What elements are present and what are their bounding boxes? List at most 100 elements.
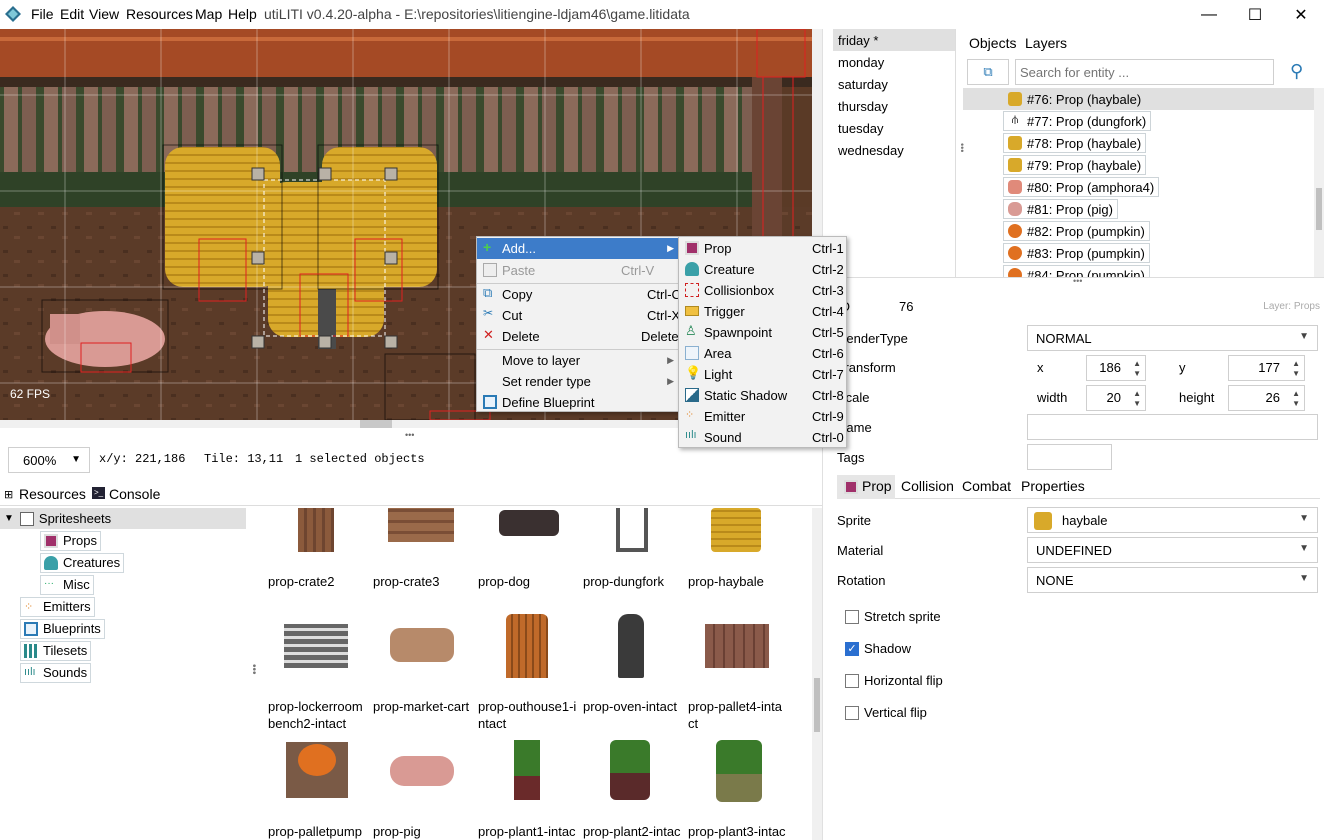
sprite-gallery-scrollbar[interactable] bbox=[812, 508, 822, 840]
sprite-thumb-plant1[interactable] bbox=[514, 740, 540, 800]
object-row[interactable]: #78: Prop (haybale) bbox=[963, 132, 1314, 154]
tab-layers[interactable]: Layers bbox=[1025, 35, 1067, 51]
collapse-all-button[interactable]: ⧉ bbox=[967, 59, 1009, 85]
tree-item-sounds[interactable]: ıılı Sounds bbox=[20, 662, 92, 683]
zoom-select[interactable]: 600% ▼ bbox=[8, 447, 90, 473]
sprite-label[interactable]: prop-crate3 bbox=[373, 573, 473, 590]
stepper-down-icon[interactable]: ▼ bbox=[1133, 399, 1141, 408]
object-row[interactable]: #76: Prop (haybale) bbox=[963, 88, 1314, 110]
object-row[interactable]: #83: Prop (pumpkin) bbox=[963, 242, 1314, 264]
add-item-spawnpoint[interactable]: ♙ Spawnpoint Ctrl-5 bbox=[679, 322, 846, 343]
stretch-sprite-checkbox[interactable] bbox=[845, 610, 859, 624]
vertical-flip-label[interactable]: Vertical flip bbox=[864, 705, 927, 720]
tree-item-misc[interactable]: ··· Misc bbox=[40, 574, 94, 595]
object-row[interactable]: #79: Prop (haybale) bbox=[963, 154, 1314, 176]
vertical-flip-checkbox[interactable] bbox=[845, 706, 859, 720]
stepper-up-icon[interactable]: ▲ bbox=[1133, 389, 1141, 398]
sprite-label[interactable]: prop-oven-intact bbox=[583, 698, 683, 715]
sprite-thumb-lockerroom-bench[interactable] bbox=[284, 624, 348, 668]
tree-item-blueprints[interactable]: Blueprints bbox=[20, 618, 105, 639]
map-item-saturday[interactable]: saturday bbox=[833, 73, 955, 95]
stretch-sprite-label[interactable]: Stretch sprite bbox=[864, 609, 941, 624]
sprite-thumb-market-cart[interactable] bbox=[390, 628, 454, 662]
menu-edit[interactable]: Edit bbox=[60, 6, 84, 22]
horizontal-splitter[interactable]: ••• bbox=[833, 276, 1324, 287]
menu-item-define-blueprint[interactable]: Define Blueprint bbox=[477, 392, 682, 413]
width-stepper[interactable]: 20 ▲ ▼ bbox=[1086, 385, 1146, 411]
object-row[interactable]: #82: Prop (pumpkin) bbox=[963, 220, 1314, 242]
map-item-tuesday[interactable]: tuesday bbox=[833, 117, 955, 139]
objects-scrollbar[interactable] bbox=[1314, 88, 1324, 277]
search-icon[interactable]: ⚲ bbox=[1290, 61, 1303, 82]
material-select[interactable]: UNDEFINED ▼ bbox=[1027, 537, 1318, 563]
collapse-arrow-icon[interactable]: ▼ bbox=[4, 513, 14, 524]
sprite-thumb-outhouse[interactable] bbox=[506, 614, 548, 678]
sprite-thumb-crate2[interactable] bbox=[298, 508, 334, 552]
height-stepper[interactable]: 26 ▲ ▼ bbox=[1228, 385, 1305, 411]
add-item-trigger[interactable]: Trigger Ctrl-4 bbox=[679, 301, 846, 322]
map-item-monday[interactable]: monday bbox=[833, 51, 955, 73]
object-row[interactable]: ⫛ #77: Prop (dungfork) bbox=[963, 110, 1314, 132]
sprite-thumb-pallet4[interactable] bbox=[705, 624, 769, 668]
sprite-label[interactable]: prop-dog bbox=[478, 573, 578, 590]
tree-item-props[interactable]: Props bbox=[40, 530, 101, 551]
tab-resources[interactable]: Resources bbox=[19, 486, 86, 502]
menu-item-cut[interactable]: ✂ Cut Ctrl-X bbox=[477, 305, 682, 326]
menu-map[interactable]: Map bbox=[195, 6, 222, 22]
sprite-thumb-pig[interactable] bbox=[390, 756, 454, 786]
sprite-label[interactable]: prop-outhouse1-i ntact bbox=[478, 698, 578, 732]
sprite-label[interactable]: prop-crate2 bbox=[268, 573, 368, 590]
add-item-creature[interactable]: Creature Ctrl-2 bbox=[679, 259, 846, 280]
add-item-area[interactable]: Area Ctrl-6 bbox=[679, 343, 846, 364]
add-item-static-shadow[interactable]: Static Shadow Ctrl-8 bbox=[679, 385, 846, 406]
stepper-up-icon[interactable]: ▲ bbox=[1292, 359, 1300, 368]
add-item-emitter[interactable]: ⁘ Emitter Ctrl-9 bbox=[679, 406, 846, 427]
sprite-thumb-haybale[interactable] bbox=[711, 508, 761, 552]
splitter-grip-icon[interactable]: ••• bbox=[405, 430, 414, 440]
menu-item-set-render-type[interactable]: Set render type ▶ bbox=[477, 371, 682, 392]
map-item-thursday[interactable]: thursday bbox=[833, 95, 955, 117]
add-item-sound[interactable]: ıılı Sound Ctrl-0 bbox=[679, 427, 846, 448]
scroll-thumb[interactable] bbox=[1316, 188, 1322, 230]
menu-item-copy[interactable]: ⧉ Copy Ctrl-C bbox=[477, 284, 682, 305]
menu-resources[interactable]: Resources bbox=[126, 6, 193, 22]
sprite-label[interactable]: prop-market-cart bbox=[373, 698, 473, 715]
stepper-up-icon[interactable]: ▲ bbox=[1133, 359, 1141, 368]
canvas-hscroll-thumb[interactable] bbox=[360, 420, 392, 428]
menu-item-paste[interactable]: Paste Ctrl-V bbox=[477, 260, 682, 281]
object-row[interactable]: #80: Prop (amphora4) bbox=[963, 176, 1314, 198]
name-input[interactable] bbox=[1027, 414, 1318, 440]
stepper-down-icon[interactable]: ▼ bbox=[1292, 369, 1300, 378]
add-item-light[interactable]: 💡 Light Ctrl-7 bbox=[679, 364, 846, 385]
minimize-button[interactable]: — bbox=[1186, 0, 1232, 29]
sprite-label[interactable]: prop-lockerroom bench2-intact bbox=[268, 698, 368, 732]
sprite-label[interactable]: prop-palletpump bbox=[268, 823, 368, 840]
object-row[interactable]: #81: Prop (pig) bbox=[963, 198, 1314, 220]
sprite-select[interactable]: haybale ▼ bbox=[1027, 507, 1318, 533]
sprite-thumb-oven[interactable] bbox=[618, 614, 644, 678]
stepper-down-icon[interactable]: ▼ bbox=[1292, 399, 1300, 408]
tree-item-spritesheets[interactable]: ▼ Spritesheets bbox=[0, 508, 246, 529]
tags-input[interactable] bbox=[1027, 444, 1112, 470]
sprite-thumb-plant2[interactable] bbox=[610, 740, 650, 800]
maximize-button[interactable]: ☐ bbox=[1232, 0, 1278, 29]
sprite-label[interactable]: prop-plant2-intac bbox=[583, 823, 683, 840]
tab-objects[interactable]: Objects bbox=[969, 35, 1016, 51]
tab-console[interactable]: Console bbox=[109, 486, 160, 502]
tab-prop[interactable]: Prop bbox=[837, 475, 895, 499]
y-stepper[interactable]: 177 ▲ ▼ bbox=[1228, 355, 1305, 381]
menu-file[interactable]: File bbox=[31, 6, 54, 22]
sprite-thumb-crate3[interactable] bbox=[388, 508, 454, 542]
tab-collision[interactable]: Collision bbox=[901, 478, 954, 494]
entity-search-input[interactable] bbox=[1015, 59, 1274, 85]
x-stepper[interactable]: 186 ▲ ▼ bbox=[1086, 355, 1146, 381]
sprite-label[interactable]: prop-pallet4-inta ct bbox=[688, 698, 788, 732]
map-item-wednesday[interactable]: wednesday bbox=[833, 139, 955, 161]
tab-properties[interactable]: Properties bbox=[1021, 478, 1085, 494]
sprite-label[interactable]: prop-plant3-intac bbox=[688, 823, 788, 840]
close-window-button[interactable]: ✕ bbox=[1278, 0, 1324, 29]
tree-item-tilesets[interactable]: Tilesets bbox=[20, 640, 92, 661]
horizontal-flip-checkbox[interactable] bbox=[845, 674, 859, 688]
sprite-label[interactable]: prop-haybale bbox=[688, 573, 788, 590]
rendertype-select[interactable]: NORMAL ▼ bbox=[1027, 325, 1318, 351]
